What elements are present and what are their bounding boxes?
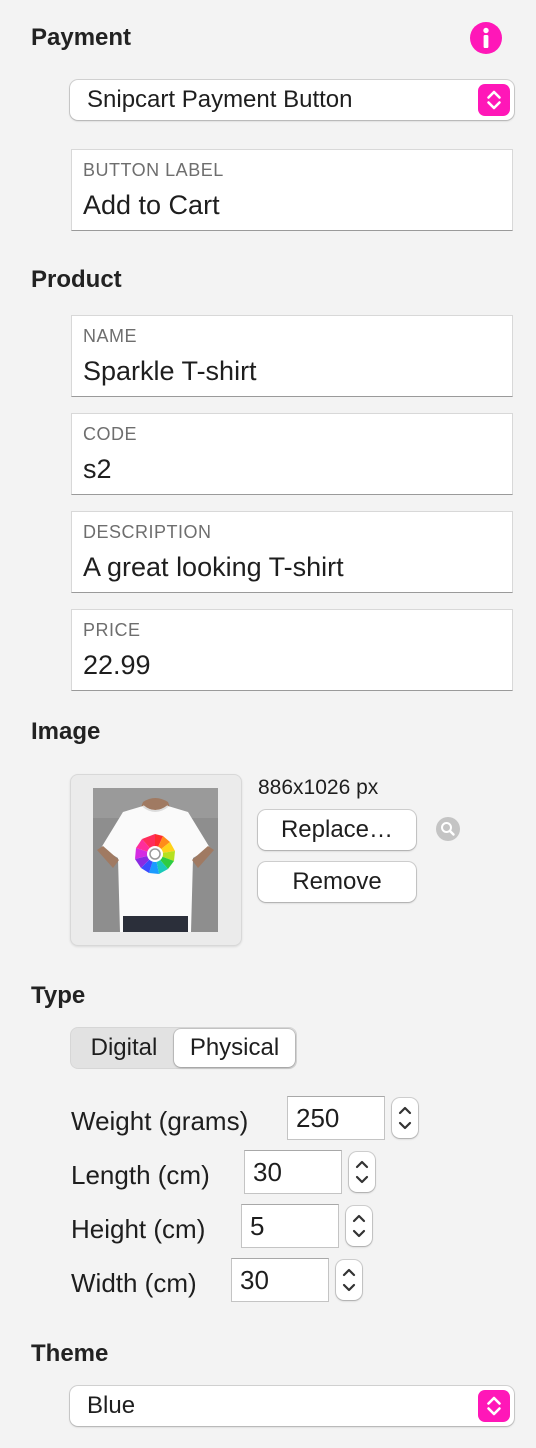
- width-label: Width (cm): [71, 1268, 197, 1298]
- theme-select[interactable]: Blue: [70, 1386, 514, 1426]
- product-name-field-value: Sparkle T-shirt: [83, 356, 257, 386]
- chevron-up-down-icon: [478, 84, 510, 116]
- button-label-field[interactable]: BUTTON LABEL Add to Cart: [71, 149, 513, 231]
- theme-select-value: Blue: [87, 1392, 136, 1419]
- weight-value: 250: [296, 1103, 340, 1133]
- info-icon[interactable]: [470, 22, 502, 54]
- product-name-field-label: NAME: [83, 326, 138, 346]
- product-price-field-value: 22.99: [83, 650, 151, 680]
- product-description-field-value: A great looking T-shirt: [83, 552, 344, 582]
- image-dimensions: 886x1026 px: [258, 776, 379, 799]
- type-option-physical[interactable]: Physical: [174, 1029, 295, 1067]
- length-value: 30: [253, 1157, 282, 1187]
- height-input[interactable]: 5: [241, 1204, 339, 1248]
- height-stepper[interactable]: [346, 1206, 372, 1246]
- product-name-field[interactable]: NAME Sparkle T-shirt: [71, 315, 513, 397]
- weight-input[interactable]: 250: [287, 1096, 385, 1140]
- product-section-title: Product: [31, 266, 122, 293]
- length-stepper[interactable]: [349, 1152, 375, 1192]
- payment-type-select[interactable]: Snipcart Payment Button: [70, 80, 514, 120]
- chevron-up-down-icon: [478, 1390, 510, 1422]
- product-description-field-label: DESCRIPTION: [83, 522, 212, 542]
- button-label-field-value: Add to Cart: [83, 190, 220, 220]
- width-stepper[interactable]: [336, 1260, 362, 1300]
- height-value: 5: [250, 1211, 265, 1241]
- product-price-field[interactable]: PRICE 22.99: [71, 609, 513, 691]
- type-option-digital[interactable]: Digital: [74, 1029, 174, 1067]
- weight-stepper[interactable]: [392, 1098, 418, 1138]
- type-segmented-control[interactable]: Digital Physical: [70, 1027, 297, 1069]
- product-image-thumbnail: [93, 788, 218, 932]
- product-price-field-label: PRICE: [83, 620, 141, 640]
- image-well[interactable]: [70, 774, 242, 946]
- payment-section-title: Payment: [31, 24, 132, 51]
- theme-section-title: Theme: [31, 1340, 109, 1367]
- button-label-field-label: BUTTON LABEL: [83, 160, 224, 180]
- height-label: Height (cm): [71, 1214, 206, 1244]
- product-code-field-value: s2: [83, 454, 112, 484]
- type-section-title: Type: [31, 982, 86, 1009]
- length-label: Length (cm): [71, 1160, 210, 1190]
- length-input[interactable]: 30: [244, 1150, 342, 1194]
- payment-type-select-value: Snipcart Payment Button: [87, 86, 353, 113]
- product-code-field[interactable]: CODE s2: [71, 413, 513, 495]
- product-description-field[interactable]: DESCRIPTION A great looking T-shirt: [71, 511, 513, 593]
- product-code-field-label: CODE: [83, 424, 138, 444]
- replace-image-button[interactable]: Replace…: [258, 810, 416, 850]
- remove-image-button[interactable]: Remove: [258, 862, 416, 902]
- image-section-title: Image: [31, 718, 101, 745]
- width-input[interactable]: 30: [231, 1258, 329, 1302]
- weight-label: Weight (grams): [71, 1106, 249, 1136]
- magnifier-icon[interactable]: [436, 817, 460, 841]
- width-value: 30: [240, 1265, 269, 1295]
